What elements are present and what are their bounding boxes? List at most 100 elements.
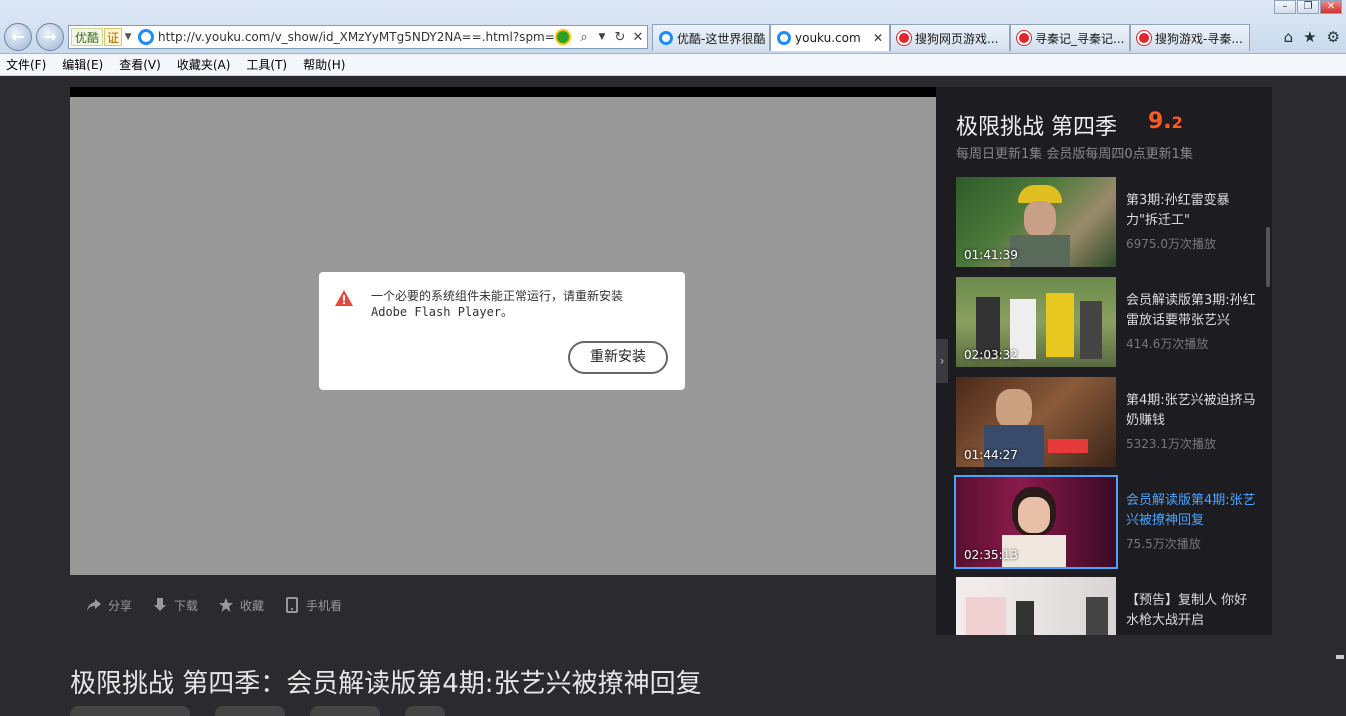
menu-edit[interactable]: 编辑(E) [62, 56, 103, 73]
browser-titlebar: – ❐ ✕ ← → 优酷 证 ▼ http://v.youku.com/v_sh… [0, 0, 1346, 54]
score-minor: 2 [1171, 113, 1183, 132]
mobile-label: 手机看 [306, 598, 343, 613]
favorites-star-icon[interactable]: ★ [1303, 28, 1316, 46]
chevron-down-icon[interactable]: ▼ [122, 32, 134, 42]
tab-sogou-games[interactable]: 搜狗网页游戏... [890, 24, 1010, 51]
home-icon[interactable]: ⌂ [1284, 28, 1294, 46]
episode-item[interactable]: 02:03:32 会员解读版第3期:孙红雷放话要带张艺兴 414.6万次播放 [956, 277, 1256, 367]
menu-file[interactable]: 文件(F) [6, 56, 46, 73]
episode-thumbnail[interactable]: 01:41:39 [956, 177, 1116, 267]
score-major: 9. [1148, 109, 1172, 134]
flash-error-dialog: 一个必要的系统组件未能正常运行，请重新安装 Adobe Flash Player… [319, 272, 685, 390]
show-score: 9.2 [1148, 109, 1183, 134]
sidebar-scrollbar[interactable] [1266, 227, 1270, 287]
menu-tools[interactable]: 工具(T) [246, 56, 287, 73]
warning-icon [335, 290, 353, 306]
meta-placeholder [310, 706, 381, 716]
download-label: 下载 [174, 598, 199, 613]
url-text[interactable]: http://v.youku.com/v_show/id_XMzYyMTg5ND… [158, 30, 555, 44]
star-icon [219, 598, 234, 612]
episode-duration: 02:03:32 [964, 348, 1018, 362]
episode-thumbnail[interactable]: 02:03:32 [956, 277, 1116, 367]
menu-favorites[interactable]: 收藏夹(A) [177, 56, 231, 73]
share-icon [87, 599, 101, 611]
reinstall-button[interactable]: 重新安装 [568, 341, 668, 374]
youku-favicon [659, 31, 673, 45]
episode-item[interactable]: 01:41:39 第3期:孙红雷变暴力"拆迁工" 6975.0万次播放 [956, 177, 1256, 267]
episode-list: 01:41:39 第3期:孙红雷变暴力"拆迁工" 6975.0万次播放 02:0… [954, 177, 1256, 635]
show-title: 极限挑战 第四季 [956, 115, 1117, 140]
close-tab-icon[interactable]: ✕ [873, 31, 883, 45]
video-meta-row [70, 706, 670, 716]
site-tag: 优酷 [71, 28, 104, 46]
meta-placeholder [405, 706, 446, 716]
favorite-label: 收藏 [240, 598, 265, 613]
menu-view[interactable]: 查看(V) [119, 56, 161, 73]
share-label: 分享 [108, 598, 133, 613]
update-schedule: 每周日更新1集 会员版每周四0点更新1集 [956, 147, 1193, 162]
tab-youku-home[interactable]: 优酷-这世界很酷 [652, 24, 770, 51]
video-area[interactable]: 一个必要的系统组件未能正常运行，请重新安装 Adobe Flash Player… [70, 97, 936, 575]
episode-item-active[interactable]: 02:35:13 会员解读版第4期:张艺兴被撩神回复 75.5万次播放 [954, 475, 1256, 569]
sogou-favicon [897, 31, 911, 45]
tab-label: 搜狗网页游戏... [915, 31, 999, 46]
sogou-favicon [1017, 31, 1031, 45]
mobile-watch-button[interactable]: 手机看 [284, 597, 342, 614]
window-controls: – ❐ ✕ [1274, 0, 1342, 14]
youku-favicon [777, 31, 791, 45]
page-content: 一个必要的系统组件未能正常运行，请重新安装 Adobe Flash Player… [0, 77, 1346, 716]
tab-label: 寻秦记_寻秦记... [1035, 31, 1125, 46]
episode-title[interactable]: 【预告】复制人 你好 水枪大战开启 [1126, 591, 1256, 631]
sogou-favicon [1137, 31, 1151, 45]
meta-placeholder [70, 706, 190, 716]
episode-sidebar: › 极限挑战 第四季 9.2 每周日更新1集 会员版每周四0点更新1集 01:4… [936, 87, 1272, 635]
minimize-button[interactable]: – [1274, 0, 1296, 14]
episode-thumbnail[interactable] [956, 577, 1116, 635]
episode-views: 414.6万次播放 [1126, 337, 1209, 351]
chevron-down-icon[interactable]: ▼ [593, 32, 611, 42]
address-bar[interactable]: 优酷 证 ▼ http://v.youku.com/v_show/id_XMzY… [68, 25, 648, 49]
minimize-widget-icon[interactable] [1336, 655, 1344, 659]
tab-xunqinji[interactable]: 寻秦记_寻秦记... [1010, 24, 1130, 51]
back-button[interactable]: ← [4, 23, 32, 51]
tab-youku-com[interactable]: youku.com ✕ [770, 24, 890, 51]
stop-icon[interactable]: ✕ [629, 30, 647, 45]
episode-duration: 01:44:27 [964, 448, 1018, 462]
close-window-button[interactable]: ✕ [1320, 0, 1342, 14]
video-player: 一个必要的系统组件未能正常运行，请重新安装 Adobe Flash Player… [70, 87, 936, 635]
maximize-button[interactable]: ❐ [1297, 0, 1319, 14]
episode-duration: 01:41:39 [964, 248, 1018, 262]
download-button[interactable]: 下载 [152, 597, 198, 614]
tab-label: 优酷-这世界很酷 [677, 31, 766, 46]
episode-title[interactable]: 第3期:孙红雷变暴力"拆迁工" [1126, 191, 1256, 231]
episode-views: 6975.0万次播放 [1126, 237, 1216, 251]
meta-placeholder [215, 706, 286, 716]
tab-strip: 优酷-这世界很酷 youku.com ✕ 搜狗网页游戏... 寻秦记_寻秦记..… [652, 24, 1250, 51]
dialog-message: 一个必要的系统组件未能正常运行，请重新安装 Adobe Flash Player… [371, 289, 624, 319]
tab-label: 搜狗游戏-寻秦... [1155, 31, 1243, 46]
episode-title[interactable]: 会员解读版第4期:张艺兴被撩神回复 [1126, 491, 1256, 531]
share-button[interactable]: 分享 [86, 597, 132, 614]
episode-title[interactable]: 第4期:张艺兴被迫挤马奶赚钱 [1126, 391, 1256, 431]
episode-item[interactable]: 【预告】复制人 你好 水枪大战开启 [956, 577, 1256, 635]
certificate-tag[interactable]: 证 [104, 28, 123, 46]
favorite-button[interactable]: 收藏 [218, 597, 264, 614]
download-icon [154, 598, 167, 611]
youku-favicon [138, 29, 155, 45]
search-icon[interactable]: ⌕ [575, 30, 593, 45]
player-toolbar: 分享 下载 收藏 手机看 [70, 575, 936, 635]
tab-label: youku.com [795, 31, 861, 45]
gear-icon[interactable]: ⚙ [1327, 28, 1340, 46]
collapse-sidebar-button[interactable]: › [936, 339, 948, 383]
episode-views: 5323.1万次播放 [1126, 437, 1216, 451]
episode-title[interactable]: 会员解读版第3期:孙红雷放话要带张艺兴 [1126, 291, 1256, 331]
menu-help[interactable]: 帮助(H) [303, 56, 345, 73]
episode-duration: 02:35:13 [964, 548, 1018, 562]
episode-item[interactable]: 01:44:27 第4期:张艺兴被迫挤马奶赚钱 5323.1万次播放 [956, 377, 1256, 467]
forward-button[interactable]: → [36, 23, 64, 51]
episode-thumbnail[interactable]: 01:44:27 [956, 377, 1116, 467]
compat-view-icon[interactable] [555, 29, 571, 45]
tab-sogou-xunqin[interactable]: 搜狗游戏-寻秦... [1130, 24, 1250, 51]
refresh-icon[interactable]: ↻ [611, 30, 629, 45]
episode-thumbnail[interactable]: 02:35:13 [954, 475, 1118, 569]
